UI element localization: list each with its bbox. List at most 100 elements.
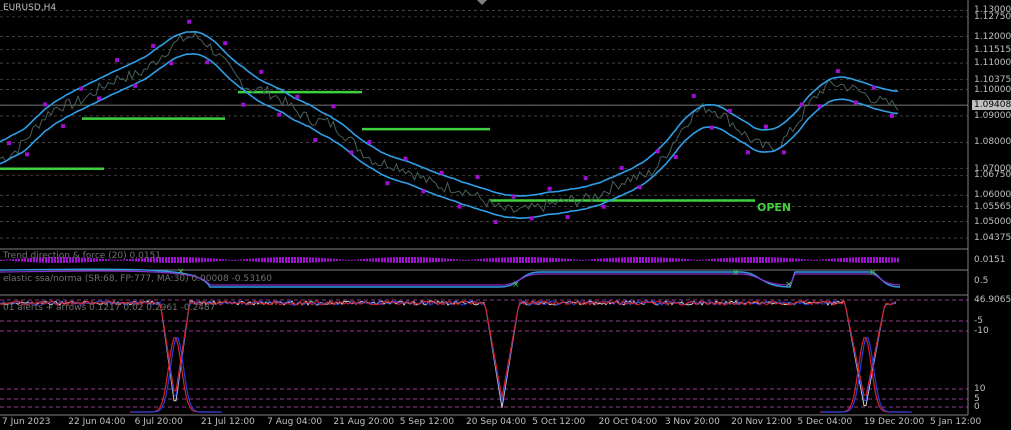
trend-bar bbox=[834, 258, 836, 262]
trend-bar bbox=[234, 259, 236, 261]
signal-dot bbox=[493, 219, 498, 224]
trend-bar bbox=[831, 258, 833, 262]
signal-dot bbox=[97, 96, 102, 101]
trend-bar bbox=[543, 257, 545, 263]
trend-bar bbox=[741, 257, 743, 263]
signal-dot bbox=[673, 155, 678, 160]
trend-bar bbox=[390, 257, 392, 263]
trend-bar bbox=[423, 257, 425, 263]
ssa-axis-value: 0.5 bbox=[974, 276, 989, 286]
signal-dot bbox=[187, 19, 192, 24]
trend-bar bbox=[321, 257, 323, 263]
trend-bar bbox=[747, 257, 749, 263]
trend-bar bbox=[504, 257, 506, 263]
trend-bar bbox=[417, 257, 419, 263]
signal-dot bbox=[691, 93, 696, 98]
trend-bar bbox=[444, 258, 446, 262]
trend-bar bbox=[261, 257, 263, 263]
price-line bbox=[0, 32, 899, 213]
chart-shift-marker-icon[interactable] bbox=[477, 0, 487, 5]
ssa-indicator-label: elastic ssa/norma (SR:68, FP:777, MA:30)… bbox=[3, 274, 273, 284]
trend-bar bbox=[825, 259, 827, 261]
signal-dot bbox=[205, 60, 210, 65]
signal-dot bbox=[565, 215, 570, 220]
signal-dot bbox=[241, 102, 246, 107]
trend-bar bbox=[222, 259, 224, 261]
trend-bar bbox=[876, 257, 878, 263]
trend-bar bbox=[840, 258, 842, 262]
trend-bar bbox=[531, 257, 533, 263]
trend-bar bbox=[891, 257, 893, 263]
trend-bar bbox=[867, 257, 869, 263]
trend-bar bbox=[699, 259, 701, 261]
signal-dot bbox=[457, 204, 462, 209]
signal-dot bbox=[781, 150, 786, 155]
trend-bar bbox=[264, 257, 266, 263]
signal-dots bbox=[7, 19, 894, 224]
signal-dot bbox=[763, 124, 768, 129]
lower-band-line bbox=[0, 53, 898, 220]
trend-bar bbox=[666, 257, 668, 263]
trend-bar bbox=[756, 257, 758, 263]
oscillator-axis-label: 0 bbox=[974, 402, 980, 412]
trend-bar bbox=[270, 257, 272, 263]
trend-bar bbox=[546, 257, 548, 263]
trend-bar bbox=[267, 257, 269, 263]
trend-bar bbox=[399, 257, 401, 263]
trend-bar bbox=[318, 257, 320, 263]
trend-bar bbox=[495, 257, 497, 263]
trend-bar bbox=[189, 257, 191, 263]
trend-bar bbox=[519, 257, 521, 263]
signal-dot bbox=[295, 94, 300, 99]
trend-bar bbox=[480, 258, 482, 262]
trend-bar bbox=[657, 257, 659, 263]
trend-bar bbox=[801, 258, 803, 262]
signal-dot bbox=[601, 204, 606, 209]
trend-bar bbox=[375, 258, 377, 262]
signal-dot bbox=[223, 41, 228, 46]
trend-bar bbox=[564, 258, 566, 262]
trend-bar bbox=[219, 258, 221, 262]
trend-bar bbox=[783, 257, 785, 263]
trend-bar bbox=[540, 257, 542, 263]
trend-bar bbox=[705, 259, 707, 261]
trend-bar bbox=[438, 258, 440, 262]
trend-bar bbox=[633, 257, 635, 263]
trend-bar bbox=[291, 257, 293, 263]
trend-bar bbox=[846, 257, 848, 263]
trend-bar bbox=[483, 258, 485, 262]
oscillator-red-line bbox=[0, 299, 897, 398]
trend-bar bbox=[324, 258, 326, 262]
time-axis-label: 6 Jul 20:00 bbox=[134, 417, 183, 427]
trend-bar bbox=[420, 257, 422, 263]
trend-bar bbox=[384, 257, 386, 263]
trend-bar bbox=[522, 257, 524, 263]
time-axis-label: 5 Jan 12:00 bbox=[930, 417, 982, 427]
trend-bar bbox=[348, 259, 350, 261]
trend-bar bbox=[768, 257, 770, 263]
trend-bar bbox=[861, 257, 863, 263]
trend-bar bbox=[177, 257, 179, 263]
trend-bar bbox=[852, 257, 854, 263]
trend-bar bbox=[171, 257, 173, 263]
trading-chart[interactable]: ××××× bbox=[0, 0, 1011, 430]
trend-bar bbox=[387, 257, 389, 263]
oscillator-axis-label: -10 bbox=[974, 326, 989, 336]
trend-indicator-label: Trend direction & force (20) 0.0151 bbox=[3, 251, 162, 261]
trend-bar bbox=[639, 257, 641, 263]
price-axis-label: 1.10000 bbox=[974, 84, 1011, 95]
trend-bar bbox=[615, 257, 617, 263]
trend-bar bbox=[426, 257, 428, 263]
price-axis-label: 1.12000 bbox=[974, 31, 1011, 42]
trend-bar bbox=[750, 257, 752, 263]
trend-bar bbox=[192, 257, 194, 263]
trend-bar bbox=[585, 259, 587, 261]
trend-bar bbox=[648, 257, 650, 263]
signal-dot bbox=[853, 100, 858, 105]
trend-bar bbox=[669, 257, 671, 263]
signal-dot bbox=[439, 170, 444, 175]
signal-dot bbox=[745, 150, 750, 155]
trend-bar bbox=[573, 259, 575, 261]
trend-bar bbox=[204, 257, 206, 263]
trend-bar bbox=[366, 258, 368, 262]
